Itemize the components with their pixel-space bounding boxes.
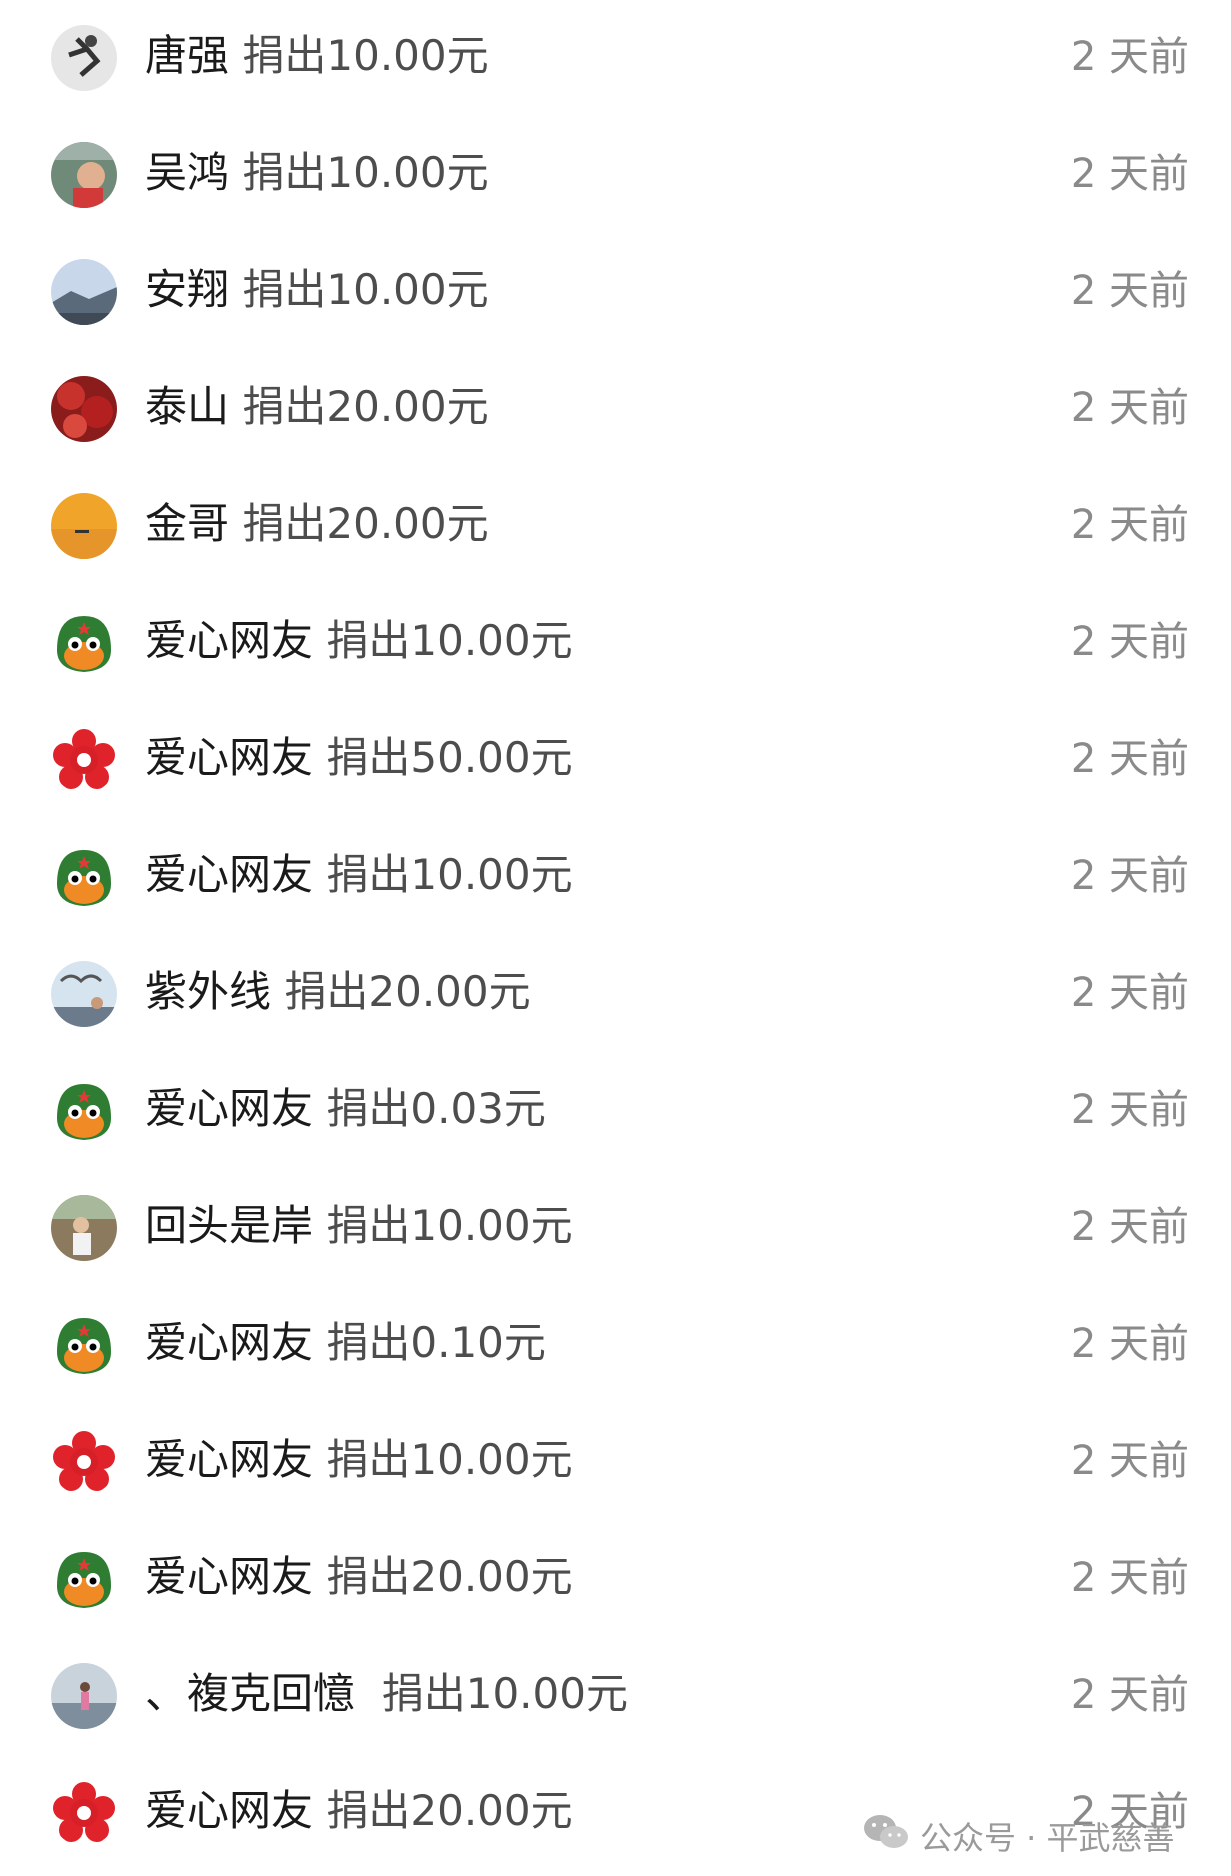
donation-time: 2 天前 bbox=[1070, 853, 1189, 899]
seagull-photo-avatar bbox=[51, 961, 117, 1027]
red-flower-avatar bbox=[51, 1780, 117, 1846]
qq-penguin-avatar bbox=[51, 1546, 117, 1612]
donor-name: 爱心网友 bbox=[145, 733, 314, 782]
donor-name: 爱心网友 bbox=[145, 850, 314, 899]
wechat-icon bbox=[862, 1812, 910, 1860]
donation-amount: 捐出20.00元 bbox=[326, 1786, 573, 1835]
donation-time: 2 天前 bbox=[1070, 1087, 1189, 1133]
donation-time: 2 天前 bbox=[1070, 151, 1189, 197]
red-leaves-avatar bbox=[51, 376, 117, 442]
donation-amount: 捐出10.00元 bbox=[242, 31, 489, 80]
list-item[interactable]: 安翔 捐出10.00元 2 天前 bbox=[0, 234, 1231, 351]
donation-amount: 捐出0.10元 bbox=[326, 1318, 546, 1367]
watermark: 公众号 · 平武慈善 bbox=[862, 1810, 1175, 1862]
list-item[interactable]: 、複克回憶 捐出10.00元 2 天前 bbox=[0, 1638, 1231, 1755]
qq-penguin-avatar bbox=[51, 1078, 117, 1144]
donation-amount: 捐出20.00元 bbox=[242, 499, 489, 548]
donation-time: 2 天前 bbox=[1070, 1438, 1189, 1484]
list-item[interactable]: 泰山 捐出20.00元 2 天前 bbox=[0, 351, 1231, 468]
donation-amount: 捐出20.00元 bbox=[242, 382, 489, 431]
watermark-text: 公众号 · 平武慈善 bbox=[920, 1819, 1175, 1857]
donation-time: 2 天前 bbox=[1070, 1321, 1189, 1367]
donation-time: 2 天前 bbox=[1070, 1204, 1189, 1250]
donation-amount: 捐出10.00元 bbox=[326, 850, 573, 899]
donation-amount: 捐出20.00元 bbox=[284, 967, 531, 1016]
list-item[interactable]: 紫外线 捐出20.00元 2 天前 bbox=[0, 936, 1231, 1053]
list-item[interactable]: 爱心网友 捐出10.00元 2 天前 bbox=[0, 585, 1231, 702]
landscape-photo-avatar bbox=[51, 259, 117, 325]
donor-name: 回头是岸 bbox=[145, 1201, 314, 1250]
list-item[interactable]: 金哥 捐出20.00元 2 天前 bbox=[0, 468, 1231, 585]
donor-name: 爱心网友 bbox=[145, 1786, 314, 1835]
qq-penguin-avatar bbox=[51, 1312, 117, 1378]
donor-name: 、複克回憶 bbox=[145, 1669, 369, 1718]
donation-amount: 捐出10.00元 bbox=[381, 1669, 628, 1718]
outdoor-photo-avatar bbox=[51, 1195, 117, 1261]
donation-time: 2 天前 bbox=[1070, 385, 1189, 431]
donation-amount: 捐出10.00元 bbox=[242, 265, 489, 314]
list-item[interactable]: 爱心网友 捐出10.00元 2 天前 bbox=[0, 1404, 1231, 1521]
donor-name: 爱心网友 bbox=[145, 1552, 314, 1601]
list-item[interactable]: 爱心网友 捐出50.00元 2 天前 bbox=[0, 702, 1231, 819]
list-item[interactable]: 唐强 捐出10.00元 2 天前 bbox=[0, 0, 1231, 117]
donation-time: 2 天前 bbox=[1070, 1672, 1189, 1718]
child-photo-avatar bbox=[51, 142, 117, 208]
donation-amount: 捐出20.00元 bbox=[326, 1552, 573, 1601]
donation-time: 2 天前 bbox=[1070, 736, 1189, 782]
donor-name: 爱心网友 bbox=[145, 1318, 314, 1367]
runner-photo-avatar bbox=[51, 25, 117, 91]
donation-amount: 捐出10.00元 bbox=[326, 616, 573, 665]
donor-name: 爱心网友 bbox=[145, 1435, 314, 1484]
donation-amount: 捐出0.03元 bbox=[326, 1084, 546, 1133]
donation-time: 2 天前 bbox=[1070, 619, 1189, 665]
donor-name: 吴鸿 bbox=[145, 148, 230, 197]
donor-name: 金哥 bbox=[145, 499, 230, 548]
donor-name: 安翔 bbox=[145, 265, 230, 314]
red-flower-avatar bbox=[51, 727, 117, 793]
list-item[interactable]: 回头是岸 捐出10.00元 2 天前 bbox=[0, 1170, 1231, 1287]
list-item[interactable]: 爱心网友 捐出0.03元 2 天前 bbox=[0, 1053, 1231, 1170]
donation-amount: 捐出50.00元 bbox=[326, 733, 573, 782]
lake-person-avatar bbox=[51, 1663, 117, 1729]
donation-time: 2 天前 bbox=[1070, 34, 1189, 80]
donation-amount: 捐出10.00元 bbox=[326, 1201, 573, 1250]
donor-name: 泰山 bbox=[145, 382, 230, 431]
qq-penguin-avatar bbox=[51, 844, 117, 910]
qq-penguin-avatar bbox=[51, 610, 117, 676]
donor-name: 爱心网友 bbox=[145, 1084, 314, 1133]
sunset-boat-avatar bbox=[51, 493, 117, 559]
donor-name: 爱心网友 bbox=[145, 616, 314, 665]
donation-time: 2 天前 bbox=[1070, 502, 1189, 548]
donation-time: 2 天前 bbox=[1070, 268, 1189, 314]
list-item[interactable]: 爱心网友 捐出10.00元 2 天前 bbox=[0, 819, 1231, 936]
donor-name: 唐强 bbox=[145, 31, 230, 80]
donor-name: 紫外线 bbox=[145, 967, 272, 1016]
donation-amount: 捐出10.00元 bbox=[242, 148, 489, 197]
red-flower-avatar bbox=[51, 1429, 117, 1495]
list-item[interactable]: 爱心网友 捐出0.10元 2 天前 bbox=[0, 1287, 1231, 1404]
list-item[interactable]: 爱心网友 捐出20.00元 2 天前 bbox=[0, 1521, 1231, 1638]
donation-time: 2 天前 bbox=[1070, 1555, 1189, 1601]
donation-time: 2 天前 bbox=[1070, 970, 1189, 1016]
list-item[interactable]: 吴鸿 捐出10.00元 2 天前 bbox=[0, 117, 1231, 234]
donation-amount: 捐出10.00元 bbox=[326, 1435, 573, 1484]
